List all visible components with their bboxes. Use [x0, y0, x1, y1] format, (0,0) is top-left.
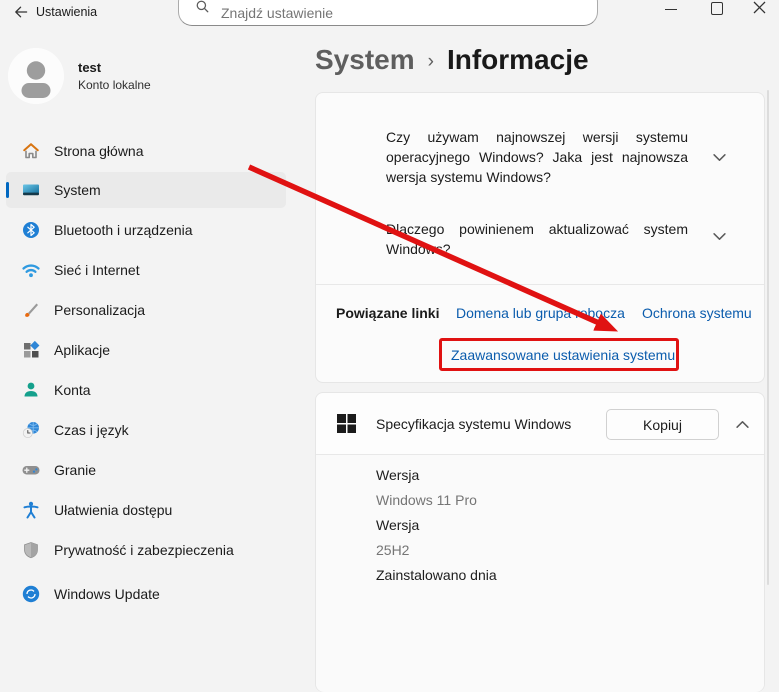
sidebar-item-bluetooth[interactable]: Bluetooth i urządzenia — [6, 212, 286, 248]
privacy-icon — [21, 540, 41, 560]
spec-label: Wersja — [376, 513, 497, 538]
sidebar-item-personalization[interactable]: Personalizacja — [6, 292, 286, 328]
time-language-icon — [21, 420, 41, 440]
minimize-button[interactable] — [648, 0, 694, 22]
window-title: Ustawienia — [36, 5, 97, 19]
search-box[interactable] — [178, 0, 598, 26]
annotation-highlight-box — [439, 338, 679, 371]
sidebar-item-label: Prywatność i zabezpieczenia — [54, 542, 234, 558]
sidebar-item-label: Windows Update — [54, 586, 160, 602]
spec-label: Wersja — [376, 463, 497, 488]
divider — [316, 284, 764, 285]
link-system-protection[interactable]: Ochrona systemu — [642, 305, 752, 321]
windows-spec-card: Specyfikacja systemu Windows Kopiuj Wers… — [315, 392, 765, 692]
search-input[interactable] — [219, 4, 553, 22]
user-name: test — [78, 60, 151, 75]
accounts-icon — [21, 380, 41, 400]
scrollbar[interactable] — [767, 90, 769, 585]
link-domain-workgroup[interactable]: Domena lub grupa robocza — [456, 305, 625, 321]
sidebar-item-label: Bluetooth i urządzenia — [54, 222, 193, 238]
sidebar-item-accounts[interactable]: Konta — [6, 372, 286, 408]
sidebar-item-label: Strona główna — [54, 143, 144, 159]
sidebar-item-apps[interactable]: Aplikacje — [6, 332, 286, 368]
sidebar-item-label: Granie — [54, 462, 96, 478]
sidebar-item-label: Sieć i Internet — [54, 262, 140, 278]
faq-question-1[interactable]: Czy używam najnowszej wersji systemu ope… — [386, 127, 688, 187]
accessibility-icon — [21, 500, 41, 520]
sidebar-item-time-language[interactable]: Czas i język — [6, 412, 286, 448]
settings-window: Ustawienia test Konto lokalne — [0, 0, 779, 585]
breadcrumb-parent[interactable]: System — [315, 44, 415, 76]
chevron-up-icon[interactable] — [736, 420, 749, 429]
sidebar-item-label: System — [54, 182, 101, 198]
user-account-block[interactable]: test Konto lokalne — [8, 48, 151, 104]
sidebar-item-system[interactable]: System — [6, 172, 286, 208]
page-title: Informacje — [447, 44, 589, 76]
sidebar-item-home[interactable]: Strona główna — [6, 133, 286, 169]
chevron-down-icon[interactable] — [713, 232, 727, 241]
sidebar-item-label: Ułatwienia dostępu — [54, 502, 172, 518]
sidebar-item-label: Personalizacja — [54, 302, 145, 318]
windows-logo-icon — [336, 413, 357, 439]
system-icon — [21, 180, 41, 200]
sidebar-item-windows-update[interactable]: Windows Update — [6, 576, 286, 612]
sidebar-item-privacy[interactable]: Prywatność i zabezpieczenia — [6, 532, 286, 568]
breadcrumb: System › Informacje — [315, 44, 589, 76]
selected-accent-bar — [6, 182, 9, 198]
spec-value: Windows 11 Pro — [376, 488, 497, 513]
apps-icon — [21, 340, 41, 360]
search-icon — [195, 0, 210, 19]
sidebar-item-label: Konta — [54, 382, 91, 398]
back-button[interactable] — [8, 1, 34, 23]
spec-card-title: Specyfikacja systemu Windows — [376, 416, 571, 432]
user-subtitle: Konto lokalne — [78, 78, 151, 92]
windows-update-icon — [21, 584, 41, 604]
close-icon — [753, 0, 766, 15]
maximize-button[interactable] — [694, 0, 740, 22]
person-icon — [8, 48, 64, 104]
network-icon — [21, 260, 41, 280]
copy-button[interactable]: Kopiuj — [606, 409, 719, 440]
chevron-down-icon[interactable] — [713, 153, 727, 162]
breadcrumb-separator-icon: › — [428, 51, 434, 73]
sidebar-item-label: Czas i język — [54, 422, 129, 438]
sidebar-item-gaming[interactable]: Granie — [6, 452, 286, 488]
avatar — [8, 48, 64, 104]
faq-question-2[interactable]: Dlaczego powinienem aktualizować system … — [386, 219, 688, 259]
maximize-icon — [711, 2, 723, 15]
personalization-icon — [21, 300, 41, 320]
sidebar-item-network[interactable]: Sieć i Internet — [6, 252, 286, 288]
back-arrow-icon — [13, 4, 29, 20]
close-button[interactable] — [740, 0, 779, 22]
gaming-icon — [21, 460, 41, 480]
sidebar-item-accessibility[interactable]: Ułatwienia dostępu — [6, 492, 286, 528]
spec-expander-header[interactable]: Specyfikacja systemu Windows Kopiuj — [316, 393, 764, 454]
spec-label: Zainstalowano dnia — [376, 563, 497, 588]
bluetooth-icon — [21, 220, 41, 240]
sidebar-item-label: Aplikacje — [54, 342, 110, 358]
related-links-label: Powiązane linki — [336, 305, 439, 321]
minimize-icon — [665, 9, 677, 10]
home-icon — [21, 141, 41, 161]
spec-value: 25H2 — [376, 538, 497, 563]
spec-details: Wersja Windows 11 Pro Wersja 25H2 Zainst… — [316, 454, 764, 692]
